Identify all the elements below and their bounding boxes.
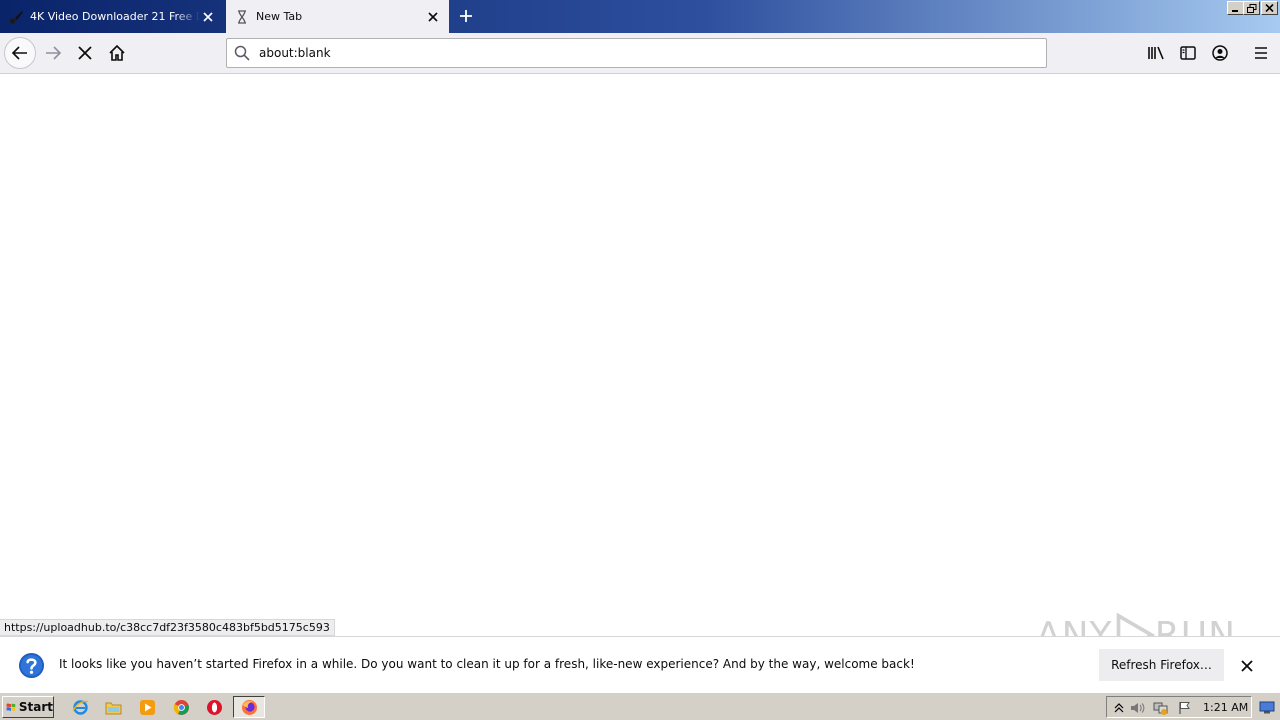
search-icon xyxy=(233,44,251,62)
close-icon xyxy=(1241,660,1253,672)
start-button[interactable]: Start xyxy=(2,696,54,718)
tab-new-tab[interactable]: New Tab xyxy=(226,0,449,33)
restore-icon xyxy=(1246,3,1256,13)
media-player-icon xyxy=(139,699,155,715)
status-link-url: https://uploadhub.to/c38cc7df23f3580c483… xyxy=(0,619,335,636)
question-info-icon xyxy=(18,652,45,679)
close-notification-button[interactable] xyxy=(1238,657,1256,675)
forward-arrow-icon xyxy=(46,46,62,60)
library-button[interactable] xyxy=(1140,37,1172,69)
refresh-notification-bar: It looks like you haven’t started Firefo… xyxy=(0,636,1280,692)
new-tab-button[interactable] xyxy=(455,5,477,27)
stop-loading-button[interactable] xyxy=(69,37,101,69)
internet-explorer-icon xyxy=(71,699,88,715)
taskbar-clock[interactable]: 1:21 AM xyxy=(1203,701,1248,714)
tab-title: 4K Video Downloader 21 Free Download xyxy=(30,10,200,23)
notification-message: It looks like you haven’t started Firefo… xyxy=(59,657,915,671)
back-button[interactable] xyxy=(4,37,36,69)
address-bar[interactable] xyxy=(226,38,1047,68)
opera-launcher[interactable] xyxy=(205,698,223,716)
chrome-launcher[interactable] xyxy=(172,698,190,716)
start-label: Start xyxy=(18,700,53,714)
close-icon xyxy=(1265,4,1274,12)
hourglass-loading-icon xyxy=(234,9,250,25)
action-center-flag-icon[interactable] xyxy=(1177,700,1193,716)
sidebar-icon xyxy=(1180,46,1196,60)
library-icon xyxy=(1148,46,1164,60)
close-window-button[interactable] xyxy=(1261,1,1278,15)
system-tray: 1:21 AM xyxy=(1106,696,1252,718)
opera-icon xyxy=(206,699,222,715)
hamburger-menu-icon xyxy=(1255,47,1267,59)
refresh-firefox-button[interactable]: Refresh Firefox… xyxy=(1099,649,1224,681)
stop-icon xyxy=(78,46,92,60)
monitor-icon xyxy=(1259,701,1275,713)
minimize-icon xyxy=(1232,10,1238,12)
network-icon[interactable] xyxy=(1153,700,1169,716)
forward-button[interactable] xyxy=(37,37,69,69)
restore-button[interactable] xyxy=(1243,1,1260,15)
media-player-launcher[interactable] xyxy=(138,698,156,716)
minimize-button[interactable] xyxy=(1227,1,1244,15)
chrome-icon xyxy=(173,699,189,715)
account-button[interactable] xyxy=(1204,37,1236,69)
close-tab-icon[interactable] xyxy=(200,9,216,25)
firefox-taskbar-button[interactable] xyxy=(233,696,265,718)
firefox-icon xyxy=(241,699,257,715)
url-input[interactable] xyxy=(257,45,1037,61)
open-menu-button[interactable] xyxy=(1245,37,1277,69)
windows-explorer-launcher[interactable] xyxy=(104,698,122,716)
tab-title: New Tab xyxy=(256,10,303,23)
account-icon xyxy=(1212,45,1228,61)
windows-taskbar: Start 1:21 AM xyxy=(0,692,1280,720)
sidebar-button[interactable] xyxy=(1172,37,1204,69)
windows-logo-icon xyxy=(6,703,16,711)
home-button[interactable] xyxy=(101,37,133,69)
internet-explorer-launcher[interactable] xyxy=(71,698,89,716)
home-icon xyxy=(109,44,125,61)
show-desktop-button[interactable] xyxy=(1258,698,1276,716)
tab-strip: 4K Video Downloader 21 Free Download New… xyxy=(0,0,1280,33)
close-tab-icon[interactable] xyxy=(425,9,441,25)
guitar-icon xyxy=(8,9,24,25)
plus-icon xyxy=(460,10,472,22)
volume-icon[interactable] xyxy=(1129,700,1145,716)
tab-4k-video-downloader[interactable]: 4K Video Downloader 21 Free Download xyxy=(0,0,224,33)
page-content[interactable] xyxy=(0,74,1280,636)
folder-icon xyxy=(105,702,121,714)
navigation-toolbar xyxy=(0,33,1280,74)
show-hidden-icons-arrow-icon[interactable] xyxy=(1111,700,1127,716)
back-arrow-icon xyxy=(11,46,27,60)
